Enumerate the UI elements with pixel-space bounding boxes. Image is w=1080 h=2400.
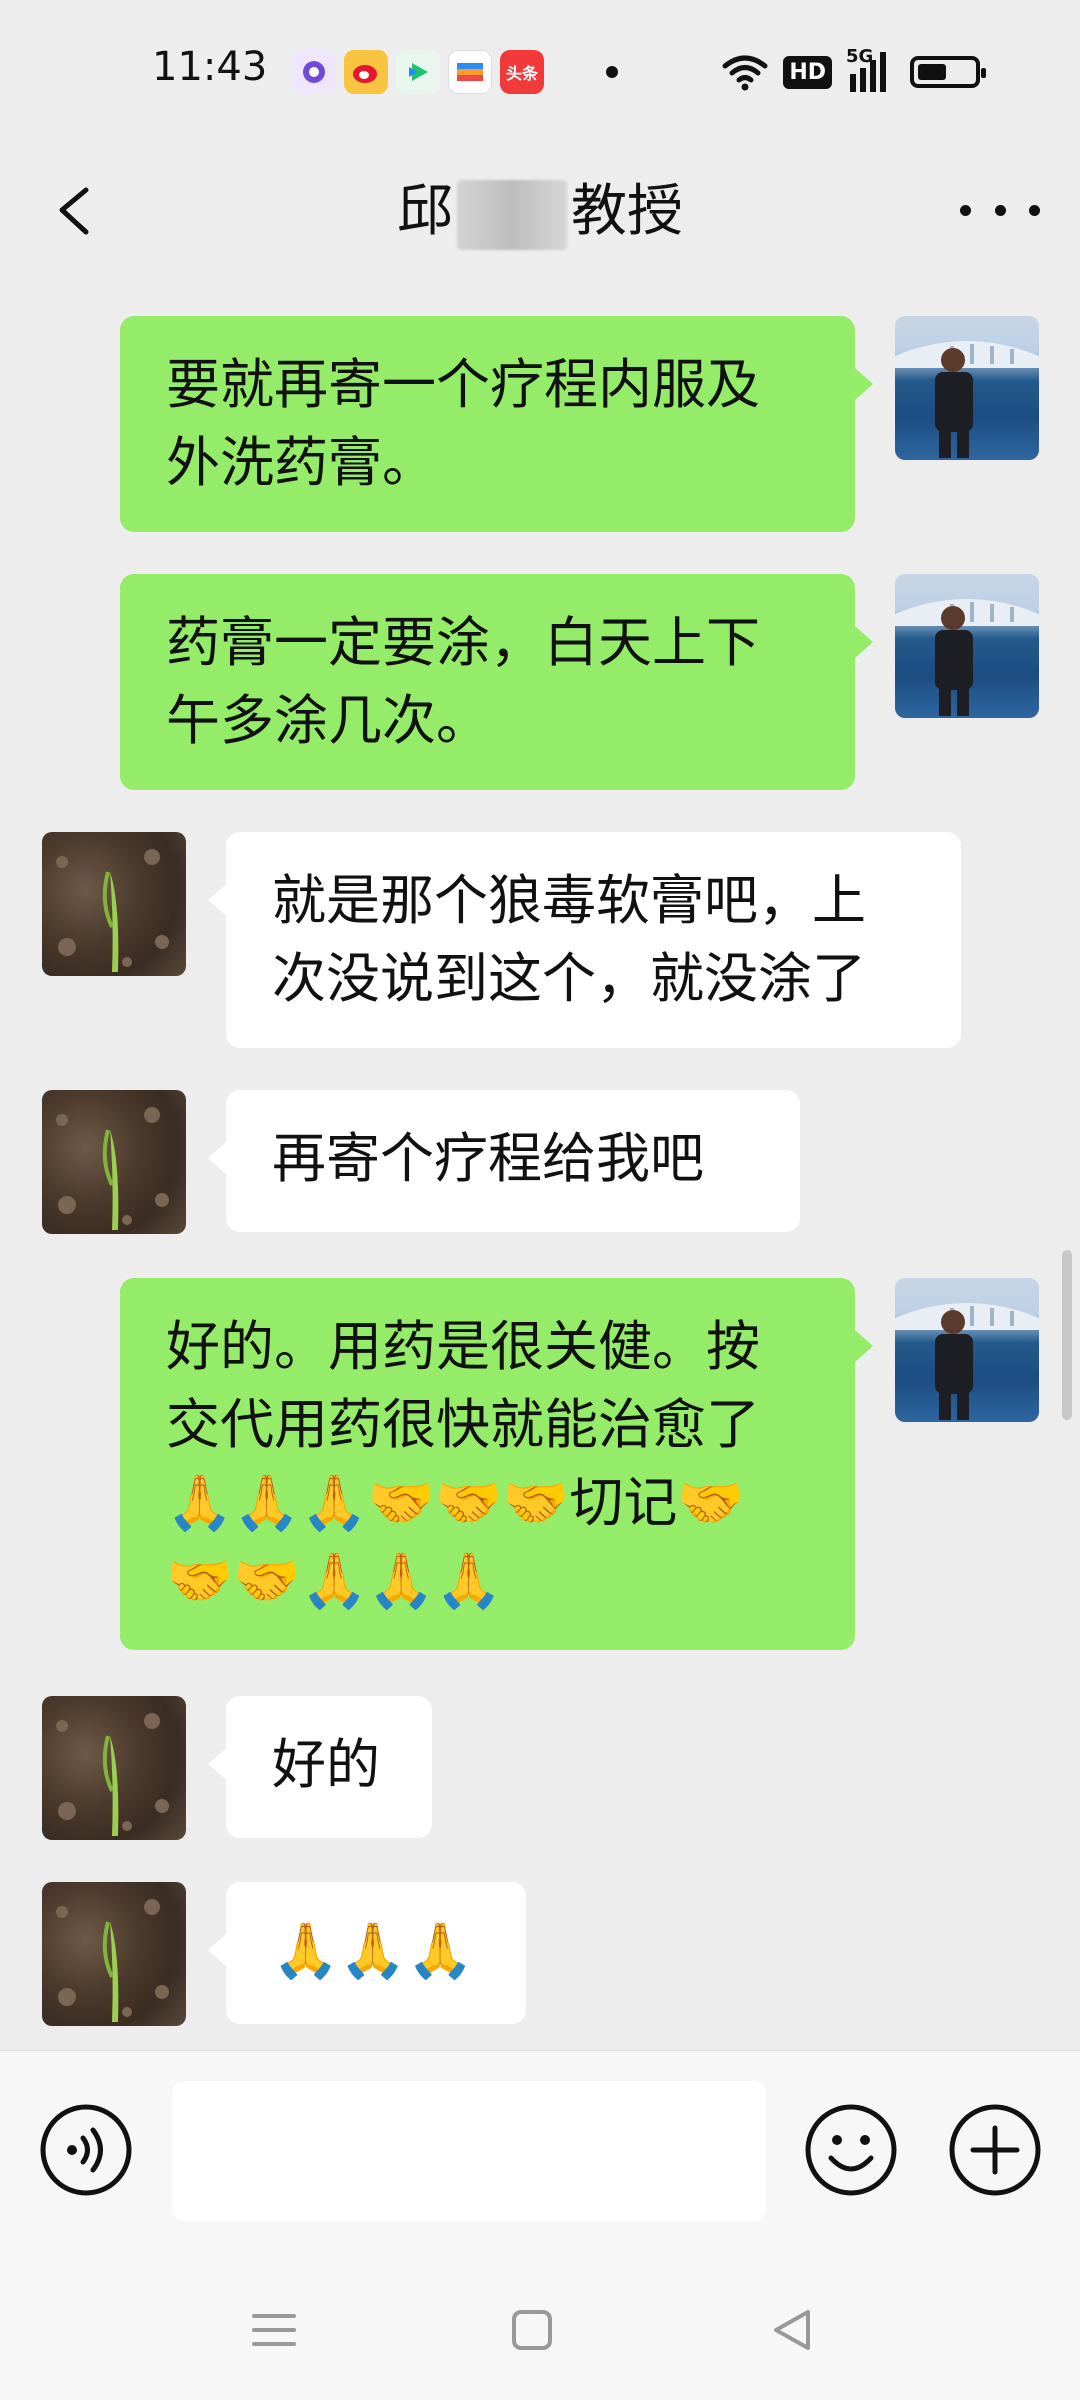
redacted-name	[457, 179, 567, 250]
battery-icon	[910, 56, 986, 88]
lake-person-photo	[895, 341, 1039, 458]
voice-button[interactable]	[38, 2102, 134, 2198]
home-button[interactable]	[502, 2300, 562, 2360]
message-row: 好的	[0, 1696, 1080, 1846]
avatar[interactable]	[895, 574, 1039, 718]
message-bubble[interactable]: 好的。用药是很关健。按交代用药很快就能治愈了🙏🙏🙏🤝🤝🤝切记🤝🤝🤝🙏🙏🙏	[120, 1278, 855, 1650]
voice-icon	[40, 2104, 132, 2196]
plus-icon	[949, 2104, 1041, 2196]
sprout-photo	[56, 1899, 169, 2022]
chat-title: 邱教授	[0, 166, 1080, 250]
system-navigation-bar	[0, 2250, 1080, 2400]
avatar[interactable]	[42, 1090, 186, 1234]
more-functions-button[interactable]	[947, 2102, 1043, 2198]
more-options-button[interactable]	[960, 190, 1040, 230]
weibo-icon	[344, 50, 388, 94]
message-bubble[interactable]: 🙏🙏🙏	[226, 1882, 526, 2024]
lake-person-photo	[895, 599, 1039, 716]
message-list[interactable]: 要就再寄一个疗程内服及外洗药膏。 药膏一定要涂，白天上下午多涂几次。 就是那个狼…	[0, 290, 1080, 2050]
system-icons: HD 5G	[721, 46, 986, 94]
video-app-icon	[396, 50, 440, 94]
hd-badge: HD	[783, 55, 832, 89]
signal-icon: 5G	[846, 46, 896, 94]
message-row: 好的。用药是很关健。按交代用药很快就能治愈了🙏🙏🙏🤝🤝🤝切记🤝🤝🤝🙏🙏🙏	[0, 1278, 1080, 1658]
scrollbar[interactable]	[1062, 1250, 1072, 1420]
triangle-back-icon	[774, 2310, 810, 2350]
emoji-icon	[805, 2104, 897, 2196]
message-row: 🙏🙏🙏	[0, 1882, 1080, 2032]
status-bar: 11:43 头条 HD 5G	[0, 0, 1080, 140]
toutiao-icon: 头条	[500, 50, 544, 94]
clock: 11:43	[152, 44, 268, 90]
sprout-photo	[56, 1107, 169, 1230]
chat-header: 邱教授	[0, 140, 1080, 286]
message-bubble[interactable]: 再寄个疗程给我吧	[226, 1090, 800, 1232]
square-icon	[512, 2310, 552, 2350]
message-input[interactable]	[172, 2081, 766, 2221]
recent-apps-button[interactable]	[244, 2300, 304, 2360]
wallet-app-icon	[448, 50, 492, 94]
avatar[interactable]	[895, 1278, 1039, 1422]
sprout-photo	[56, 849, 169, 972]
avatar[interactable]	[895, 316, 1039, 460]
avatar[interactable]	[42, 1882, 186, 2026]
message-row: 就是那个狼毒软膏吧，上次没说到这个，就没涂了	[0, 832, 1080, 1052]
nav-back-button[interactable]	[762, 2300, 822, 2360]
avatar[interactable]	[42, 832, 186, 976]
wifi-icon	[722, 55, 768, 91]
menu-icon	[252, 2314, 296, 2346]
message-bubble[interactable]: 就是那个狼毒软膏吧，上次没说到这个，就没涂了	[226, 832, 961, 1048]
message-bubble[interactable]: 好的	[226, 1696, 432, 1838]
emoji-button[interactable]	[803, 2102, 899, 2198]
sprout-photo	[56, 1713, 169, 1836]
message-row: 药膏一定要涂，白天上下午多涂几次。	[0, 574, 1080, 794]
avatar[interactable]	[42, 1696, 186, 1840]
message-row: 再寄个疗程给我吧	[0, 1090, 1080, 1240]
input-bar	[0, 2050, 1080, 2251]
lake-person-photo	[895, 1303, 1039, 1420]
more-notifications-dot	[606, 66, 618, 78]
message-row: 要就再寄一个疗程内服及外洗药膏。	[0, 316, 1080, 536]
notification-icons: 头条	[292, 50, 544, 96]
message-bubble[interactable]: 药膏一定要涂，白天上下午多涂几次。	[120, 574, 855, 790]
podcast-app-icon	[292, 50, 336, 94]
message-bubble[interactable]: 要就再寄一个疗程内服及外洗药膏。	[120, 316, 855, 532]
